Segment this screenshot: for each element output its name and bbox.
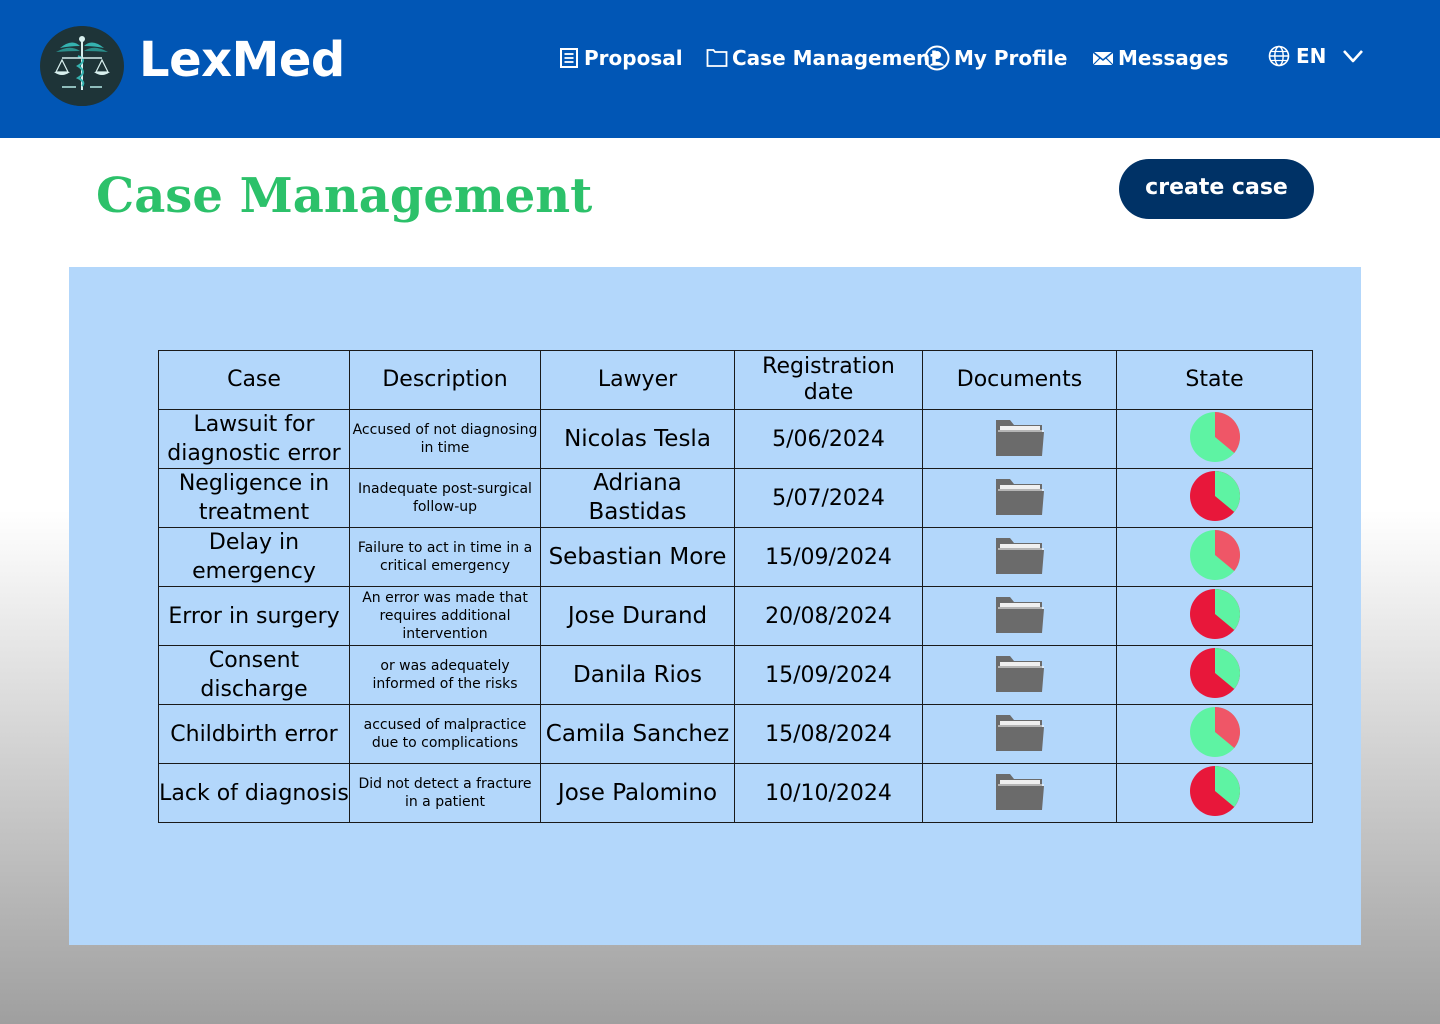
cell-lawyer: Sebastian More [540,527,735,587]
cell-description: Accused of not diagnosing in time [349,409,541,469]
cell-registration-date: 15/09/2024 [734,645,923,705]
folder-icon[interactable] [994,652,1046,694]
cell-description: Inadequate post-surgical follow-up [349,468,541,528]
table-row[interactable]: Negligence in treatment Inadequate post-s… [158,468,1313,528]
cases-panel: Case Description Lawyer Registration dat… [69,267,1361,945]
column-header-documents[interactable]: Documents [922,350,1117,410]
state-pie-icon [1189,765,1240,816]
cell-description: Did not detect a fracture in a patient [349,763,541,823]
cell-case: Childbirth error [158,704,350,764]
nav-proposal[interactable]: Proposal [558,44,683,72]
language-selector[interactable]: EN [1268,42,1364,70]
table-row[interactable]: Consent discharge or was adequately infor… [158,645,1313,705]
brand-name[interactable]: LexMed [139,32,345,88]
cell-documents [922,468,1117,528]
state-pie-icon [1189,411,1240,462]
cell-case: Lawsuit for diagnostic error [158,409,350,469]
cell-description: or was adequately informed of the risks [349,645,541,705]
cell-case: Error in surgery [158,586,350,646]
page-title: Case Management [96,168,593,224]
cell-case: Lack of diagnosis [158,763,350,823]
cell-description: Failure to act in time in a critical eme… [349,527,541,587]
column-header-lawyer[interactable]: Lawyer [540,350,735,410]
mail-icon [1092,49,1114,67]
state-pie-icon [1189,706,1240,757]
cell-documents [922,409,1117,469]
column-header-state[interactable]: State [1116,350,1313,410]
folder-icon[interactable] [994,534,1046,576]
cell-registration-date: 5/06/2024 [734,409,923,469]
table-row[interactable]: Error in surgery An error was made that r… [158,586,1313,646]
create-case-button[interactable]: create case [1119,159,1314,219]
state-pie-icon [1189,470,1240,521]
cell-registration-date: 15/08/2024 [734,704,923,764]
top-navbar: LexMed Proposal Case Management My Profi… [0,0,1440,138]
cell-case: Consent discharge [158,645,350,705]
folder-icon[interactable] [994,416,1046,458]
table-row[interactable]: Lawsuit for diagnostic error Accused of n… [158,409,1313,469]
language-label: EN [1296,44,1327,68]
folder-icon[interactable] [994,475,1046,517]
cell-lawyer: Adriana Bastidas [540,468,735,528]
nav-proposal-label: Proposal [584,46,683,70]
nav-messages[interactable]: Messages [1092,44,1229,72]
cell-description: accused of malpractice due to complicati… [349,704,541,764]
cell-state [1116,409,1313,469]
table-row[interactable]: Childbirth error accused of malpractice d… [158,704,1313,764]
cell-registration-date: 20/08/2024 [734,586,923,646]
cases-table: Case Description Lawyer Registration dat… [158,350,1313,823]
cell-documents [922,704,1117,764]
column-header-registration-date[interactable]: Registration date [734,350,923,410]
lexmed-logo[interactable] [40,26,124,106]
cell-documents [922,586,1117,646]
user-icon [924,45,950,71]
cell-documents [922,763,1117,823]
table-row[interactable]: Delay in emergency Failure to act in time… [158,527,1313,587]
column-header-case[interactable]: Case [158,350,350,410]
cell-documents [922,527,1117,587]
nav-my-profile[interactable]: My Profile [924,44,1067,72]
cell-case: Delay in emergency [158,527,350,587]
cell-state [1116,527,1313,587]
table-header-row: Case Description Lawyer Registration dat… [158,350,1313,410]
state-pie-icon [1189,529,1240,580]
cell-state [1116,586,1313,646]
nav-my-profile-label: My Profile [954,46,1068,70]
cell-lawyer: Nicolas Tesla [540,409,735,469]
cell-lawyer: Camila Sanchez [540,704,735,764]
nav-messages-label: Messages [1118,46,1229,70]
folder-icon [706,48,728,68]
cell-state [1116,704,1313,764]
folder-icon[interactable] [994,593,1046,635]
column-header-description[interactable]: Description [349,350,541,410]
cell-registration-date: 10/10/2024 [734,763,923,823]
cell-description: An error was made that requires addition… [349,586,541,646]
folder-icon[interactable] [994,711,1046,753]
cell-registration-date: 5/07/2024 [734,468,923,528]
folder-icon[interactable] [994,770,1046,812]
cell-state [1116,468,1313,528]
cell-lawyer: Jose Durand [540,586,735,646]
nav-case-management[interactable]: Case Management [706,44,940,72]
chevron-down-icon[interactable] [1342,48,1364,64]
nav-case-management-label: Case Management [732,46,940,70]
cell-lawyer: Jose Palomino [540,763,735,823]
cell-documents [922,645,1117,705]
state-pie-icon [1189,588,1240,639]
cell-registration-date: 15/09/2024 [734,527,923,587]
cell-lawyer: Danila Rios [540,645,735,705]
cell-state [1116,645,1313,705]
state-pie-icon [1189,647,1240,698]
table-row[interactable]: Lack of diagnosis Did not detect a fractu… [158,763,1313,823]
document-icon [558,47,580,69]
cell-case: Negligence in treatment [158,468,350,528]
globe-icon [1268,45,1290,67]
cell-state [1116,763,1313,823]
